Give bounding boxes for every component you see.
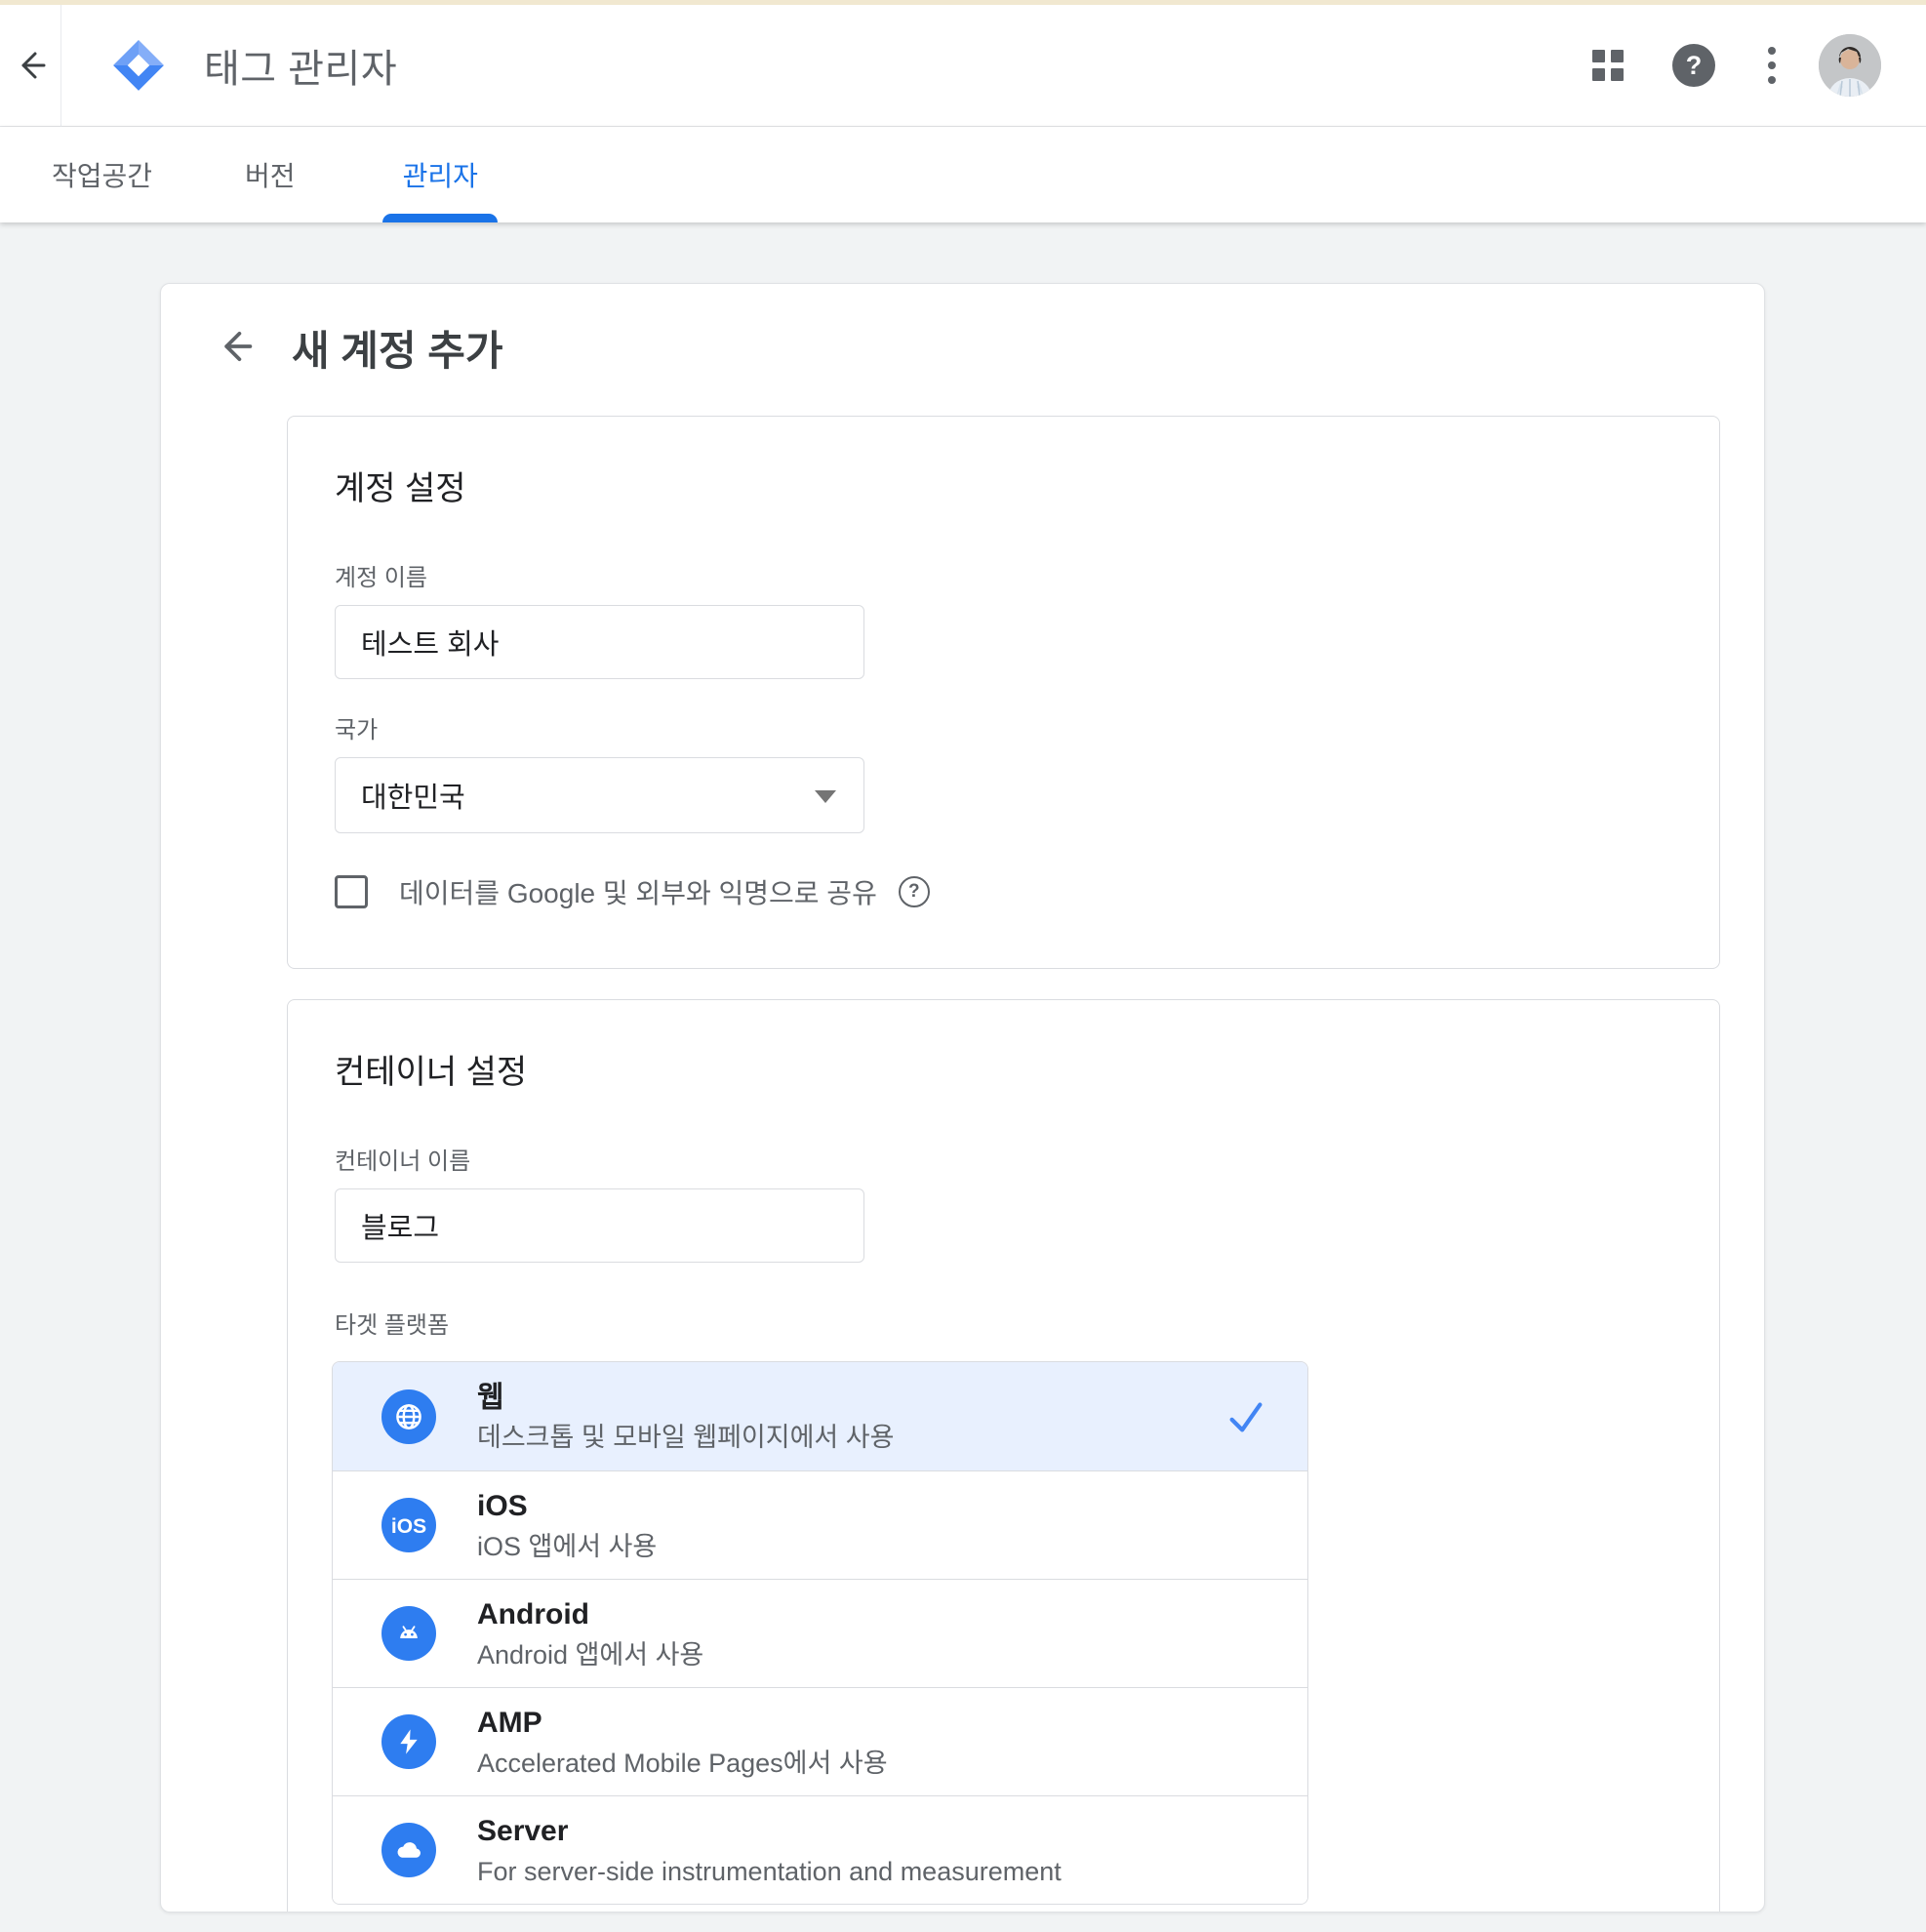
share-data-row: 데이터를 Google 및 외부와 익명으로 공유 ? (335, 872, 1672, 911)
help-icon[interactable]: ? (1672, 44, 1715, 87)
container-settings-section: 컨테이너 설정 컨테이너 이름 타겟 플랫폼 (287, 999, 1720, 1912)
account-name-input[interactable] (335, 605, 864, 679)
platform-row-web[interactable]: 웹 데스크톱 및 모바일 웹페이지에서 사용 (333, 1362, 1307, 1470)
account-name-label: 계정 이름 (335, 558, 1672, 592)
android-icon (381, 1606, 436, 1661)
country-select[interactable]: 대한민국 (335, 757, 864, 833)
page-back-button[interactable] (214, 326, 257, 369)
server-cloud-icon (381, 1823, 436, 1877)
page-header: 새 계정 추가 (161, 323, 1764, 372)
back-arrow-icon (214, 325, 257, 371)
container-name-input[interactable] (335, 1188, 864, 1263)
check-icon (1224, 1394, 1268, 1439)
page-title: 새 계정 추가 (292, 318, 503, 378)
platform-desc: 데스크톱 및 모바일 웹페이지에서 사용 (477, 1422, 894, 1453)
platform-row-android[interactable]: Android Android 앱에서 사용 (333, 1579, 1307, 1687)
more-vertical-icon[interactable] (1764, 43, 1774, 88)
appbar-divider (60, 5, 61, 127)
platform-row-server[interactable]: Server For server-side instrumentation a… (333, 1795, 1307, 1904)
account-settings-heading: 계정 설정 (335, 462, 1672, 509)
help-outline-icon[interactable]: ? (899, 876, 930, 907)
apps-grid-icon[interactable] (1592, 50, 1624, 81)
active-tab-underline (382, 214, 498, 222)
platform-text: 웹 데스크톱 및 모바일 웹페이지에서 사용 (477, 1380, 894, 1454)
platform-desc: For server-side instrumentation and meas… (477, 1856, 1062, 1887)
appbar-actions: ? (1592, 34, 1881, 97)
svg-text:iOS: iOS (391, 1515, 426, 1538)
platform-text: Android Android 앱에서 사용 (477, 1596, 703, 1670)
screen: 태그 관리자 ? 작업공간 버전 관리자 (0, 0, 1926, 1932)
target-platform-list: 웹 데스크톱 및 모바일 웹페이지에서 사용 iOS iOS (332, 1361, 1308, 1905)
tab-workspace-label: 작업공간 (52, 155, 152, 194)
platform-title: AMP (477, 1705, 888, 1742)
add-account-card: 새 계정 추가 계정 설정 계정 이름 국가 대한민국 데이터를 Google … (160, 283, 1765, 1912)
platform-title: Server (477, 1813, 1062, 1850)
account-settings-section: 계정 설정 계정 이름 국가 대한민국 데이터를 Google 및 외부와 익명… (287, 416, 1720, 969)
platform-title: iOS (477, 1488, 657, 1525)
tab-admin[interactable]: 관리자 (403, 127, 478, 222)
platform-text: AMP Accelerated Mobile Pages에서 사용 (477, 1705, 888, 1779)
tab-bar: 작업공간 버전 관리자 (0, 127, 1926, 222)
tab-admin-label: 관리자 (403, 155, 478, 194)
app-title: 태그 관리자 (204, 37, 397, 94)
platform-title: 웹 (477, 1380, 894, 1417)
gtm-diamond-logo[interactable] (112, 39, 165, 92)
main-content: 새 계정 추가 계정 설정 계정 이름 국가 대한민국 데이터를 Google … (0, 222, 1926, 1932)
tab-versions-label: 버전 (245, 155, 296, 194)
back-arrow-icon (11, 46, 50, 85)
platform-desc: Android 앱에서 사용 (477, 1639, 703, 1670)
container-settings-heading: 컨테이너 설정 (335, 1045, 1672, 1093)
app-bar: 태그 관리자 ? (0, 5, 1926, 127)
tab-workspace[interactable]: 작업공간 (52, 127, 152, 222)
country-label: 국가 (335, 710, 1672, 745)
share-data-checkbox[interactable] (335, 875, 368, 908)
platform-text: Server For server-side instrumentation a… (477, 1813, 1062, 1887)
platform-text: iOS iOS 앱에서 사용 (477, 1488, 657, 1562)
platform-title: Android (477, 1596, 703, 1633)
amp-lightning-icon (381, 1714, 436, 1769)
platform-desc: iOS 앱에서 사용 (477, 1531, 657, 1562)
chevron-down-icon (815, 790, 836, 803)
target-platform-label: 타겟 플랫폼 (335, 1306, 1672, 1340)
country-select-value: 대한민국 (361, 775, 465, 816)
share-data-label: 데이터를 Google 및 외부와 익명으로 공유 (399, 872, 877, 911)
avatar[interactable] (1819, 34, 1881, 97)
container-name-label: 컨테이너 이름 (335, 1142, 1672, 1176)
platform-row-amp[interactable]: AMP Accelerated Mobile Pages에서 사용 (333, 1687, 1307, 1795)
tab-versions[interactable]: 버전 (245, 127, 296, 222)
globe-icon (381, 1389, 436, 1444)
browser-back-button[interactable] (0, 5, 60, 126)
platform-desc: Accelerated Mobile Pages에서 사용 (477, 1748, 888, 1779)
platform-row-ios[interactable]: iOS iOS iOS 앱에서 사용 (333, 1470, 1307, 1579)
ios-icon: iOS (381, 1498, 436, 1552)
